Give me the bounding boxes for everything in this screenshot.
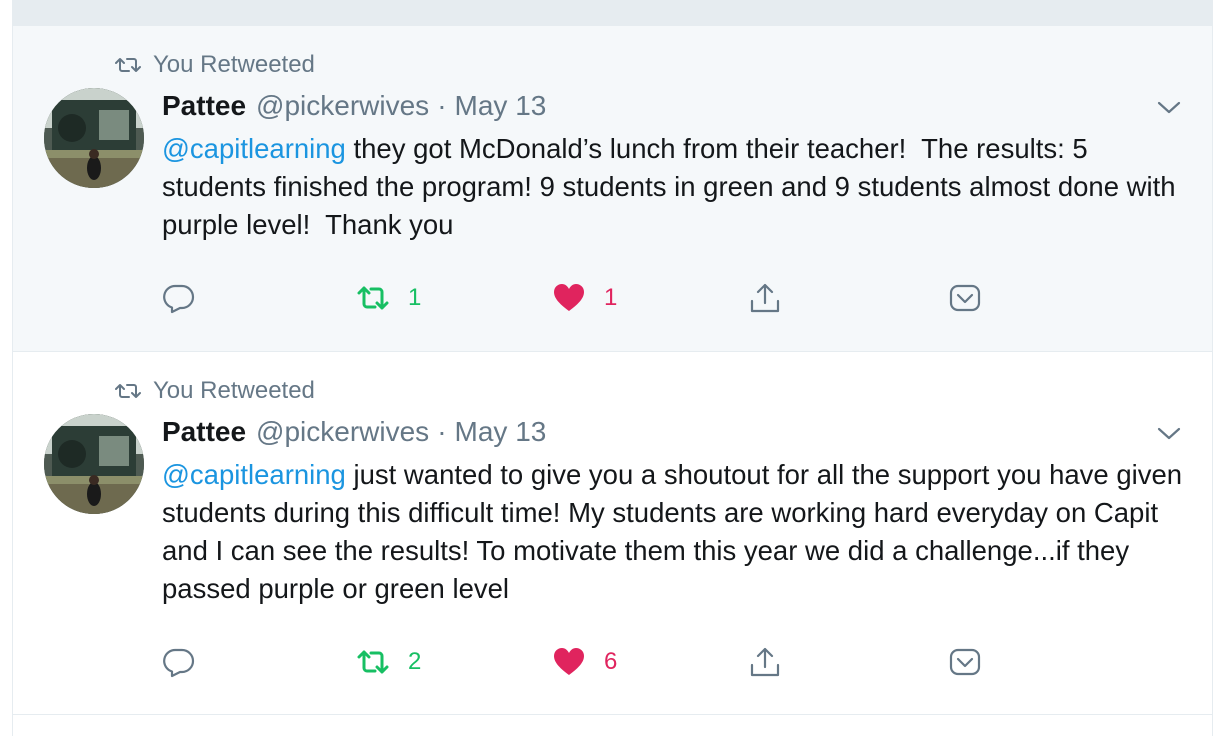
retweet-icon [115,384,141,398]
more-icon [949,648,981,676]
reply-button[interactable] [162,278,196,318]
more-button[interactable] [948,642,982,682]
tweet-actions: 1 1 [162,278,1022,318]
like-button[interactable]: 6 [552,642,617,682]
retweet-context-label: You Retweeted [153,51,315,78]
retweet-icon [357,650,389,674]
timeline: You Retweeted Pattee @pickerwives · May … [12,0,1213,736]
tweet-header: Pattee @pickerwives · May 13 [162,90,546,126]
retweet-context: You Retweeted [115,376,315,406]
retweet-count: 2 [408,648,422,675]
like-count: 6 [604,648,618,675]
tweet-date[interactable]: May 13 [455,416,547,448]
retweet-context-label: You Retweeted [153,377,315,404]
mention-link[interactable]: @capitlearning [162,133,346,164]
more-button[interactable] [948,278,982,318]
reply-button[interactable] [162,642,196,682]
retweet-button[interactable]: 2 [356,642,421,682]
timeline-top-divider [13,0,1212,26]
header-separator: · [437,416,447,447]
like-button[interactable]: 1 [552,278,617,318]
share-button[interactable] [748,642,782,682]
tweet-actions: 2 6 [162,642,1022,682]
share-button[interactable] [748,278,782,318]
reply-icon [163,648,195,678]
chevron-down-icon[interactable] [1156,98,1182,116]
share-icon [750,283,780,313]
author-name[interactable]: Pattee [162,416,246,448]
retweet-count: 1 [408,284,422,311]
share-icon [750,647,780,677]
heart-icon [554,284,584,311]
heart-icon [554,648,584,675]
avatar[interactable] [44,88,144,188]
tweet-text: @capitlearning just wanted to give you a… [162,456,1192,608]
tweet[interactable]: You Retweeted Pattee @pickerwives · May … [13,352,1212,715]
like-count: 1 [604,284,618,311]
tweet-header: Pattee @pickerwives · May 13 [162,416,546,452]
tweet-date[interactable]: May 13 [455,90,547,122]
retweet-icon [357,286,389,310]
avatar[interactable] [44,414,144,514]
author-handle[interactable]: @pickerwives [256,416,429,448]
retweet-icon [115,58,141,72]
retweet-context: You Retweeted [115,50,315,80]
retweet-button[interactable]: 1 [356,278,421,318]
more-icon [949,284,981,312]
chevron-down-icon[interactable] [1156,424,1182,442]
header-separator: · [437,90,447,121]
mention-link[interactable]: @capitlearning [162,459,346,490]
reply-icon [163,284,195,314]
tweet[interactable]: You Retweeted Pattee @pickerwives · May … [13,26,1212,352]
author-name[interactable]: Pattee [162,90,246,122]
tweet-text: @capitlearning they got McDonald’s lunch… [162,130,1192,244]
author-handle[interactable]: @pickerwives [256,90,429,122]
